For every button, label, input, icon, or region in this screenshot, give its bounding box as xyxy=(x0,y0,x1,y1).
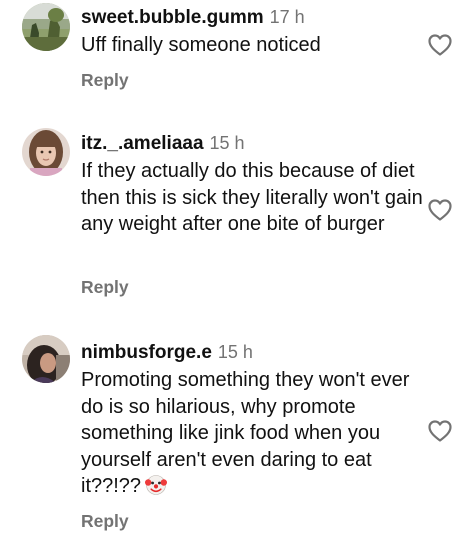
comment-item: itz._.ameliaaa 15 h If they actually do t… xyxy=(0,126,474,316)
comment-time: 15 h xyxy=(217,342,253,362)
comment-content: nimbusforge.e 15 h Promoting something th… xyxy=(81,340,426,504)
avatar[interactable] xyxy=(22,335,70,383)
comment-text: Uff finally someone noticed xyxy=(81,34,321,56)
comment-text: If they actually do this because of diet… xyxy=(81,160,423,235)
comment-header: itz._.ameliaaa 15 h xyxy=(81,131,426,157)
reply-button[interactable]: Reply xyxy=(81,70,129,91)
comment-content: itz._.ameliaaa 15 h If they actually do t… xyxy=(81,131,426,238)
comment-time: 15 h xyxy=(209,133,245,153)
clown-face-emoji xyxy=(145,474,168,504)
comment-text: Promoting something they won't ever do i… xyxy=(81,367,426,504)
heart-icon[interactable] xyxy=(427,419,453,443)
comment-time: 17 h xyxy=(269,7,305,27)
heart-icon[interactable] xyxy=(427,33,453,57)
reply-button[interactable]: Reply xyxy=(81,277,129,298)
comment-content: sweet.bubble.gumm 17 h Uff finally someon… xyxy=(81,5,426,59)
comment-username[interactable]: sweet.bubble.gumm xyxy=(81,7,264,28)
heart-icon[interactable] xyxy=(427,198,453,222)
avatar[interactable] xyxy=(22,3,70,51)
comment-username[interactable]: itz._.ameliaaa xyxy=(81,133,204,154)
comment-text-body: Promoting something they won't ever do i… xyxy=(81,369,410,497)
reply-button[interactable]: Reply xyxy=(81,511,129,532)
avatar[interactable] xyxy=(22,128,70,176)
comment-header: sweet.bubble.gumm 17 h xyxy=(81,5,426,31)
comment-username[interactable]: nimbusforge.e xyxy=(81,342,212,363)
comment-header: nimbusforge.e 15 h xyxy=(81,340,426,366)
comment-item: nimbusforge.e 15 h Promoting something th… xyxy=(0,335,474,542)
comment-item: sweet.bubble.gumm 17 h Uff finally someon… xyxy=(0,0,474,110)
